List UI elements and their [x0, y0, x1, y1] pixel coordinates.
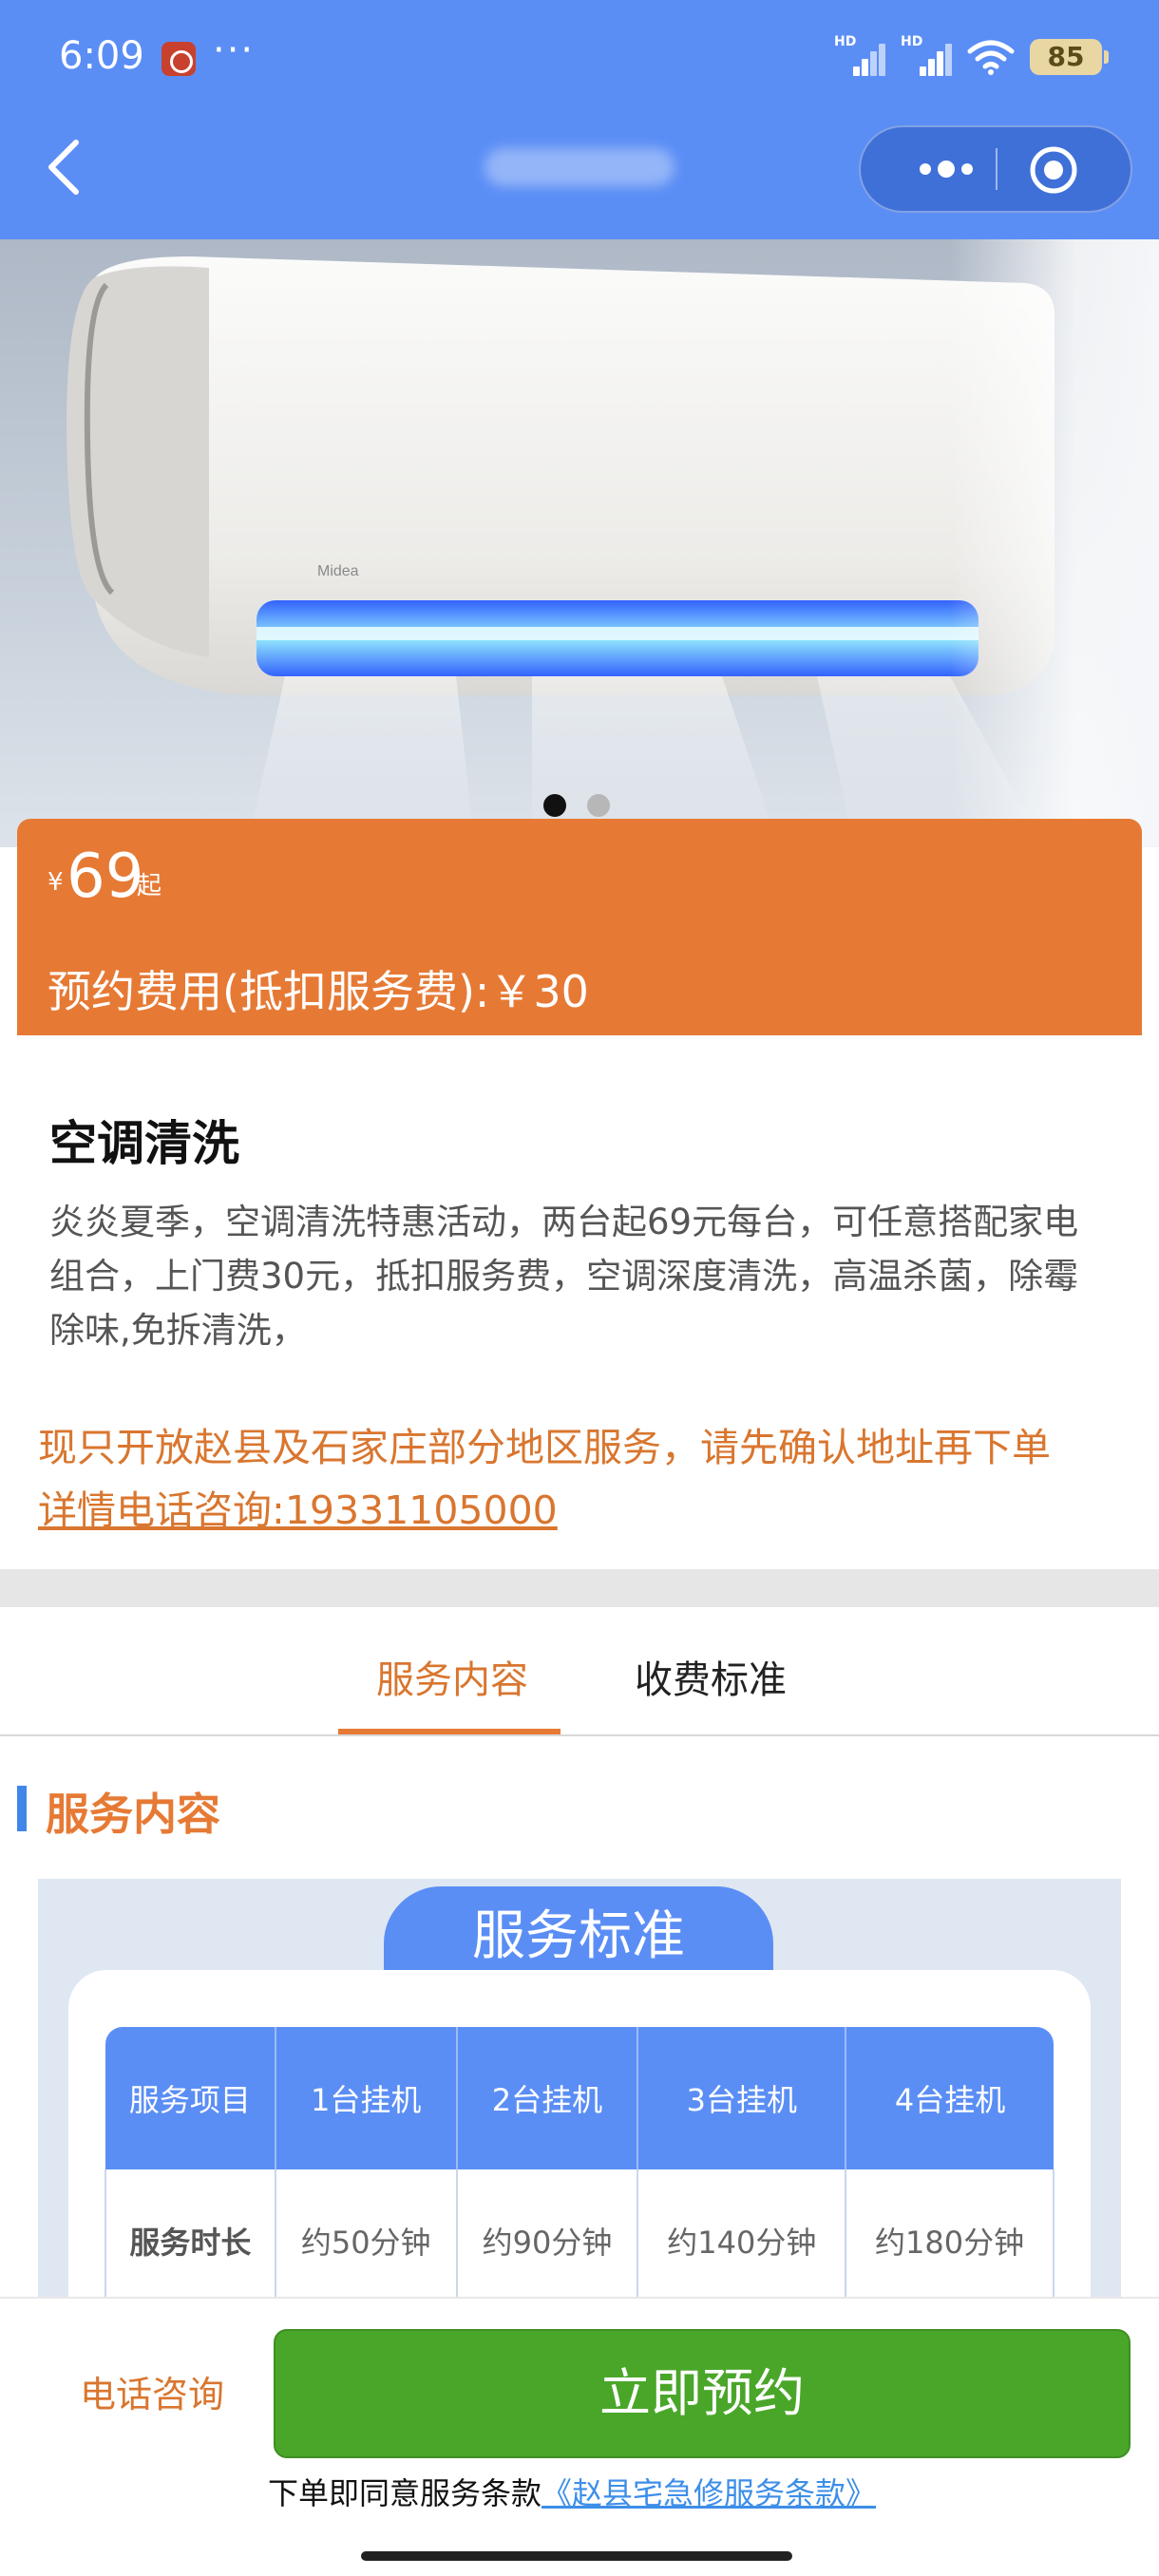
- banner-pagination: [543, 794, 610, 817]
- signal-icon-2: HD: [901, 34, 952, 76]
- app-notification-icon: [162, 42, 196, 76]
- price-value: 69: [66, 842, 144, 912]
- home-indicator[interactable]: [361, 2551, 792, 2561]
- table-cell: 约90分钟: [456, 2169, 639, 2297]
- wifi-icon: [967, 40, 1015, 75]
- table-header: 3台挂机: [637, 2027, 847, 2169]
- terms-prefix: 下单即同意服务条款: [268, 2475, 542, 2511]
- banner-light-edge: [950, 239, 1159, 847]
- book-now-button[interactable]: 立即预约: [274, 2329, 1130, 2458]
- call-consult-button[interactable]: 电话咨询: [80, 2365, 224, 2417]
- price-currency: ¥: [48, 868, 64, 897]
- terms-agreement: 下单即同意服务条款《赵县宅急修服务条款》: [268, 2470, 876, 2513]
- section-divider: [0, 1569, 1159, 1607]
- terms-link[interactable]: 《赵县宅急修服务条款》: [542, 2475, 876, 2511]
- active-tab-indicator: [338, 1729, 560, 1734]
- status-time: 6:09: [59, 34, 144, 78]
- tab-pricing[interactable]: 收费标准: [635, 1649, 787, 1704]
- price-suffix: 起: [137, 872, 162, 900]
- section-accent-bar: [17, 1786, 27, 1831]
- table-cell: 约180分钟: [846, 2169, 1054, 2297]
- deposit-text: 预约费用(抵扣服务费):￥30: [48, 966, 589, 1017]
- service-description: 炎炎夏季，空调清洗特惠活动，两台起69元每台，可任意搭配家电组合，上门费30元，…: [49, 1202, 1079, 1351]
- phone-consult-link[interactable]: 详情电话咨询:19331105000: [38, 1478, 558, 1535]
- table-cell: 约50分钟: [275, 2169, 458, 2297]
- svg-text:Midea: Midea: [317, 563, 359, 579]
- table-cell: 服务时长: [104, 2169, 276, 2297]
- table-cell: 约140分钟: [637, 2169, 847, 2297]
- tab-service-content[interactable]: 服务内容: [376, 1649, 528, 1704]
- table-header: 2台挂机: [456, 2027, 639, 2169]
- signal-icon: HD: [834, 34, 885, 76]
- standard-table: 服务项目 1台挂机 2台挂机 3台挂机 4台挂机 服务时长 约50分钟 约90分…: [104, 2027, 1054, 2297]
- pagination-dot[interactable]: [587, 794, 610, 817]
- table-header: 4台挂机: [846, 2027, 1054, 2169]
- capsule-divider: [996, 148, 998, 190]
- bottom-action-bar: 电话咨询 立即预约 下单即同意服务条款《赵县宅急修服务条款》: [0, 2297, 1159, 2576]
- back-button[interactable]: [38, 133, 91, 201]
- section-title: 服务内容: [46, 1789, 220, 1840]
- status-more-indicator: ···: [213, 28, 256, 72]
- table-row: 服务时长 约50分钟 约90分钟 约140分钟 约180分钟: [104, 2169, 1054, 2297]
- battery-indicator: 85: [1030, 39, 1109, 75]
- detail-tabs: 服务内容 收费标准: [0, 1607, 1159, 1736]
- status-indicators: HD HD 85: [834, 34, 1109, 76]
- top-bar: 6:09 ··· HD HD 85: [0, 0, 1159, 239]
- target-circle-icon[interactable]: [1028, 144, 1079, 196]
- price-panel: ¥ 69 起 预约费用(抵扣服务费):￥30: [17, 819, 1142, 1035]
- page-title-blurred: [484, 148, 674, 186]
- product-banner[interactable]: Midea: [0, 239, 1159, 847]
- pagination-dot-active[interactable]: [543, 794, 566, 817]
- miniprogram-capsule: [859, 125, 1132, 213]
- table-header: 1台挂机: [275, 2027, 458, 2169]
- service-standard-image: 服务标准 服务项目 1台挂机 2台挂机 3台挂机 4台挂机 服务时长 约50分钟…: [38, 1879, 1121, 2297]
- more-dots-icon[interactable]: [899, 127, 994, 211]
- service-title: 空调清洗: [49, 1116, 239, 1171]
- table-header: 服务项目: [105, 2027, 276, 2169]
- table-header-row: 服务项目 1台挂机 2台挂机 3台挂机 4台挂机: [105, 2027, 1054, 2169]
- service-area-notice: 现只开放赵县及石家庄部分地区服务，请先确认地址再下单: [38, 1425, 1051, 1470]
